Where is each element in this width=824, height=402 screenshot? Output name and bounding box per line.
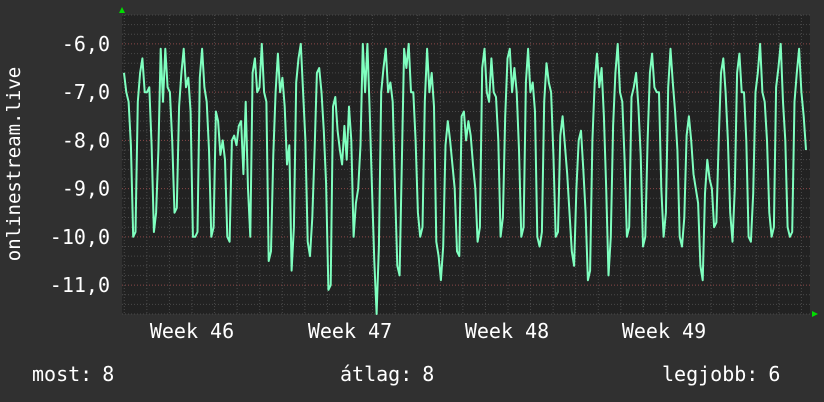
current-value: 8 (102, 362, 115, 386)
y-tick-label: -9,0 (62, 177, 110, 201)
y-tick-label: -6,0 (62, 32, 110, 56)
current-label: most: (32, 362, 93, 386)
average-value: 8 (422, 362, 435, 386)
average-label: átlag: (340, 362, 413, 386)
best-value: 6 (768, 362, 781, 386)
x-tick-label: Week 49 (622, 319, 706, 343)
best-label: legjobb: (662, 362, 759, 386)
y-tick-label: -7,0 (62, 80, 110, 104)
y-axis-title: onlinestream.live (3, 67, 25, 261)
x-tick-label: Week 48 (465, 319, 549, 343)
x-tick-label: Week 47 (308, 319, 392, 343)
y-tick-label: -10,0 (50, 225, 110, 249)
x-tick-label: Week 46 (150, 319, 234, 343)
y-tick-label: -11,0 (50, 273, 110, 297)
average-stat: átlag: 8 (340, 362, 434, 386)
current-stat: most: 8 (32, 362, 114, 386)
chart: -6,0 -7,0 -8,0 -9,0 -10,0 -11,0 Week 46 Week 4… (0, 0, 824, 402)
best-stat: legjobb: 6 (662, 362, 780, 386)
y-tick-label: -8,0 (62, 128, 110, 152)
